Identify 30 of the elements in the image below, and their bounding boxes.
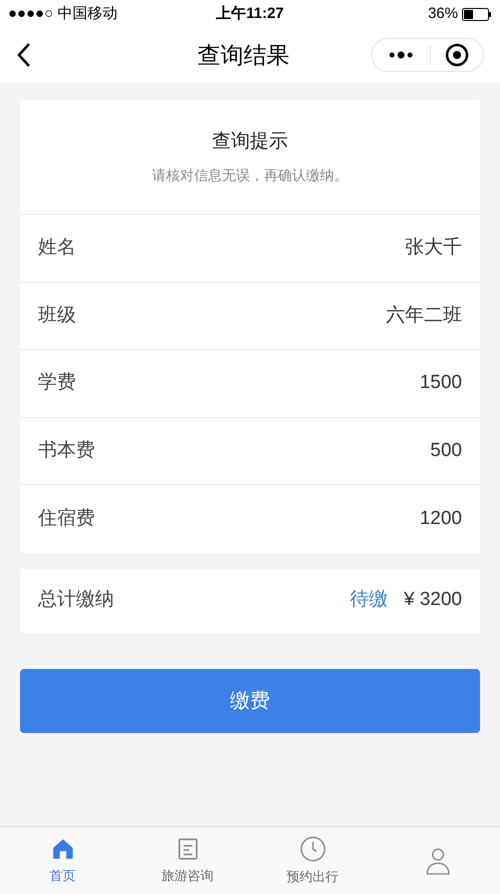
field-value: 1200	[420, 506, 462, 530]
battery-text: 36%	[428, 4, 458, 24]
field-label: 姓名	[38, 236, 76, 260]
field-label: 班级	[38, 304, 76, 328]
field-value: 500	[430, 438, 462, 462]
field-value: 1500	[420, 371, 462, 395]
tab-item[interactable]: 预约出行	[250, 827, 375, 894]
total-amount: ¥ 3200	[404, 588, 462, 612]
carrier-text: ●●●●○ 中国移动	[8, 4, 118, 24]
pay-button[interactable]: 缴费	[20, 668, 480, 732]
field-label: 学费	[38, 371, 76, 395]
field-label: 书本费	[38, 438, 95, 462]
target-circle-icon	[445, 43, 469, 67]
battery-icon	[462, 8, 492, 20]
field-value: 六年二班	[386, 304, 462, 328]
clock-text: 上午11:27	[216, 4, 284, 24]
user-icon	[424, 846, 450, 874]
clock-icon	[298, 834, 326, 863]
back-chevron-icon	[16, 42, 32, 68]
status-text: 待缴	[350, 588, 388, 612]
field-label: 住宿费	[38, 506, 95, 530]
notice-title: 查询提示	[212, 130, 288, 154]
total-label: 总计缴纳	[38, 588, 114, 612]
more-dots-icon	[388, 51, 414, 59]
field-value: 张大千	[405, 236, 462, 260]
page-title: 查询结果	[198, 40, 290, 70]
tab-item[interactable]: 首页	[0, 827, 125, 894]
notice-subtitle: 请核对信息无误，再确认缴纳。	[152, 166, 348, 185]
close-button[interactable]	[443, 43, 471, 67]
tab-item[interactable]: 旅游咨询	[125, 827, 250, 894]
